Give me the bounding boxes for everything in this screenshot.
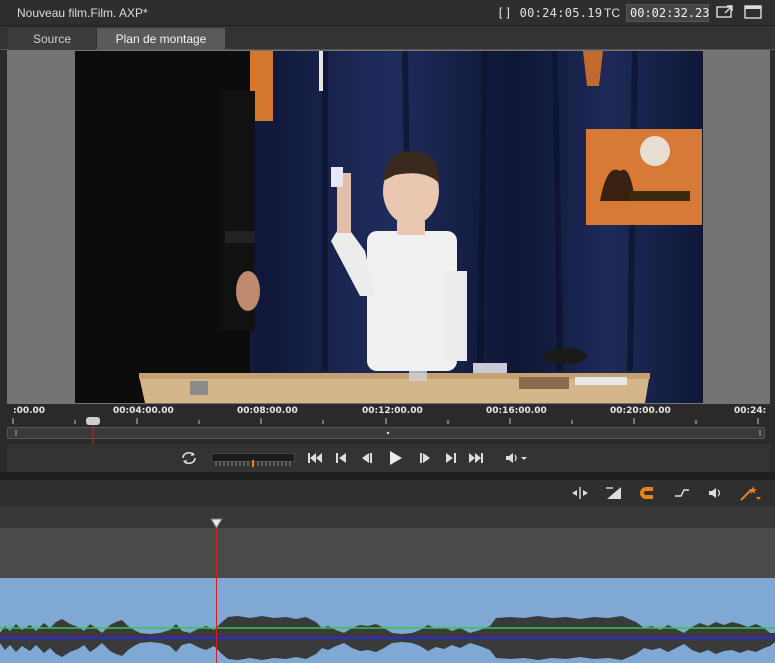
ruler-ticks — [12, 418, 759, 424]
scrub-playhead[interactable] — [84, 414, 102, 444]
loop-icon[interactable] — [179, 448, 199, 468]
video-frame[interactable] — [75, 51, 703, 403]
ruler-label: 00:16:00.00 — [486, 406, 547, 416]
play-icon[interactable] — [385, 448, 405, 468]
timeline-header[interactable] — [0, 506, 775, 528]
trim-icon[interactable] — [672, 484, 692, 502]
go-to-end-icon[interactable] — [466, 448, 486, 468]
ruler-label: 00:20:00.00 — [610, 406, 671, 416]
transport-controls — [7, 444, 770, 472]
scrub-bar[interactable] — [7, 427, 765, 439]
magic-wand-icon[interactable] — [738, 484, 762, 502]
panel-divider[interactable] — [0, 472, 775, 480]
scrub-bar-marks — [15, 430, 761, 436]
shuttle-ticks — [215, 460, 291, 467]
ruler-label: 00:04:00.00 — [113, 406, 174, 416]
title-bar: Nouveau film.Film. AXP* [] 00:24:05.19 T… — [0, 0, 775, 26]
tab-bar: Source Plan de montage — [0, 26, 775, 50]
video-track[interactable] — [0, 528, 775, 578]
timeline-playhead[interactable] — [216, 528, 217, 663]
ruler-label: 00:24: — [734, 406, 767, 416]
audio-scrub-icon[interactable] — [706, 484, 726, 502]
step-back-icon[interactable] — [357, 448, 377, 468]
preview-ruler[interactable]: :00.00 00:04:00.00 00:08:00.00 00:12:00.… — [7, 404, 770, 444]
go-to-start-icon[interactable] — [305, 448, 325, 468]
video-frame-image — [75, 51, 703, 403]
shuttle-control[interactable] — [211, 453, 295, 467]
timeline-toolbar — [0, 480, 775, 506]
preview-panel — [7, 50, 770, 404]
ripple-icon[interactable] — [604, 484, 624, 502]
audio-track[interactable] — [0, 578, 775, 663]
volume-icon[interactable] — [504, 448, 530, 468]
timecode-field[interactable]: 00:02:32.23 — [626, 4, 709, 22]
step-forward-icon[interactable] — [415, 448, 435, 468]
fullscreen-icon[interactable] — [744, 5, 762, 19]
tab-source[interactable]: Source — [8, 28, 96, 50]
ruler-label: 00:12:00.00 — [362, 406, 423, 416]
magnet-icon[interactable] — [638, 484, 658, 502]
split-icon[interactable] — [570, 484, 590, 502]
audio-waveform — [0, 616, 775, 660]
tab-plan-de-montage[interactable]: Plan de montage — [97, 28, 225, 50]
detach-window-icon[interactable] — [716, 5, 734, 19]
next-frame-icon[interactable] — [441, 448, 461, 468]
timecode-label: TC — [604, 6, 620, 20]
previous-frame-icon[interactable] — [331, 448, 351, 468]
ruler-label: :00.00 — [13, 406, 46, 416]
ruler-label: 00:08:00.00 — [237, 406, 298, 416]
project-title: Nouveau film.Film. AXP* — [17, 6, 148, 20]
duration-timecode: [] 00:24:05.19 — [497, 6, 603, 20]
